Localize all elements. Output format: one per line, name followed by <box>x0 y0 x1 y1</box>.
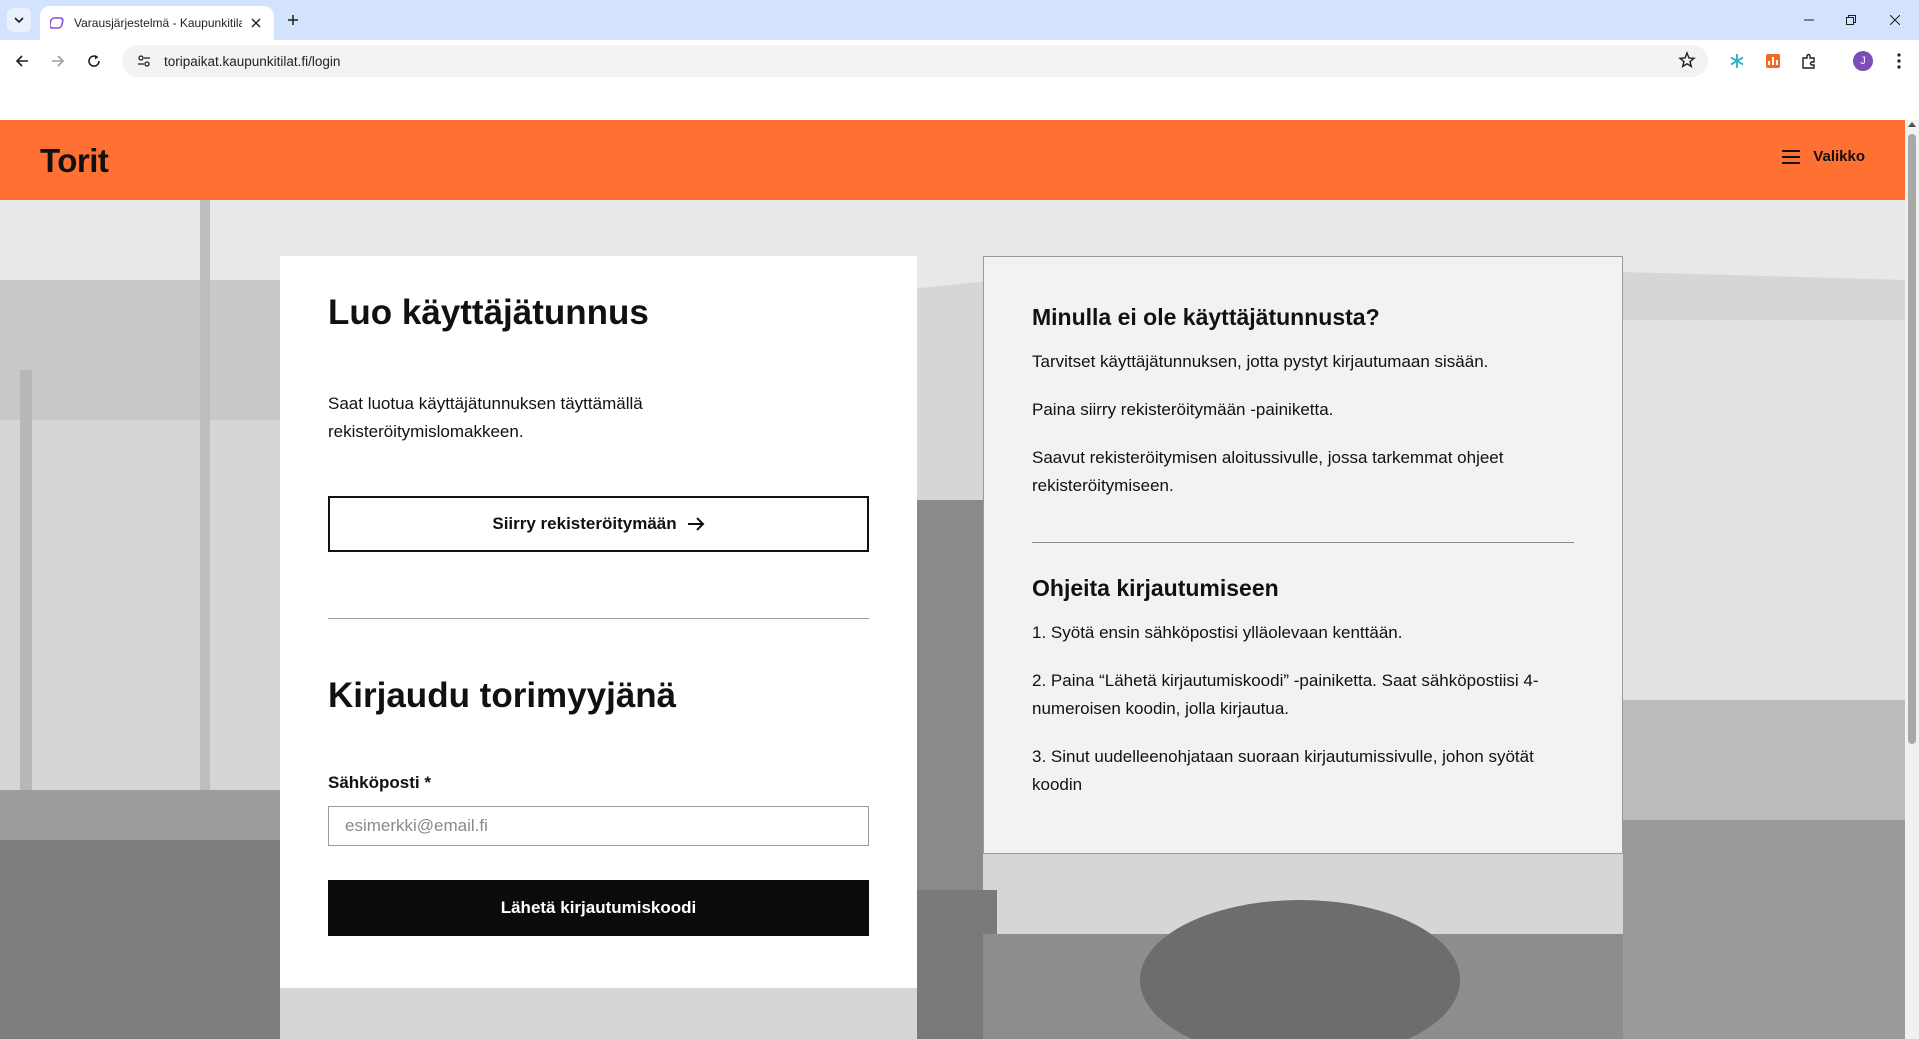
site-info-icon[interactable] <box>134 51 154 71</box>
arrow-right-icon <box>687 517 705 531</box>
profile-avatar[interactable]: J <box>1853 51 1873 71</box>
page-scrollbar[interactable] <box>1905 120 1919 1039</box>
no-account-text-2: Paina siirry rekisteröitymään -painikett… <box>1032 400 1334 419</box>
chevron-down-icon <box>14 17 24 24</box>
help-card: Minulla ei ole käyttäjätunnusta? Tarvits… <box>983 256 1623 854</box>
page-viewport: Torit Valikko Luo käyttäjätunnus Saat lu… <box>0 120 1905 1039</box>
site-logo[interactable]: Torit <box>40 142 109 180</box>
help-divider <box>1032 542 1574 543</box>
extension-chart-icon[interactable] <box>1763 51 1783 71</box>
browser-tab[interactable]: Varausjärjestelmä - Kaupunkitilat <box>40 6 274 40</box>
scrollbar-thumb[interactable] <box>1908 134 1916 744</box>
send-login-code-button[interactable]: Lähetä kirjautumiskoodi <box>328 880 869 936</box>
close-window-icon[interactable] <box>1880 8 1910 32</box>
menu-label: Valikko <box>1813 148 1865 165</box>
browser-toolbar: toripaikat.kaupunkitilat.fi/login J <box>0 40 1919 82</box>
go-to-registration-button[interactable]: Siirry rekisteröitymään <box>328 496 869 552</box>
tab-title: Varausjärjestelmä - Kaupunkitilat <box>74 16 242 30</box>
minimize-icon[interactable] <box>1794 8 1824 32</box>
instruction-step-3: 3. Sinut uudelleenohjataan suoraan kirja… <box>1032 747 1534 794</box>
reload-icon[interactable] <box>82 49 106 73</box>
no-account-text-1: Tarvitset käyttäjätunnuksen, jotta pysty… <box>1032 352 1489 371</box>
market-background-image: Luo käyttäjätunnus Saat luotua käyttäjät… <box>0 200 1905 1039</box>
register-intro: Saat luotua käyttäjätunnuksen täyttämäll… <box>328 394 643 441</box>
email-field[interactable] <box>328 806 869 846</box>
go-to-registration-label: Siirry rekisteröitymään <box>492 514 677 533</box>
url-text: toripaikat.kaupunkitilat.fi/login <box>164 53 341 69</box>
login-card: Luo käyttäjätunnus Saat luotua käyttäjät… <box>280 256 917 988</box>
more-menu-icon[interactable] <box>1889 51 1909 71</box>
back-icon[interactable] <box>10 49 34 73</box>
site-favicon-icon <box>50 17 64 29</box>
register-title: Luo käyttäjätunnus <box>328 293 649 332</box>
forward-icon[interactable] <box>46 49 70 73</box>
section-divider <box>328 618 869 619</box>
no-account-title: Minulla ei ole käyttäjätunnusta? <box>1032 304 1380 330</box>
instruction-step-1: 1. Syötä ensin sähköpostisi ylläolevaan … <box>1032 623 1403 642</box>
extension-snowflake-icon[interactable] <box>1727 51 1747 71</box>
login-title: Kirjaudu torimyyjänä <box>328 676 677 715</box>
no-account-text-3: Saavut rekisteröitymisen aloitussivulle,… <box>1032 448 1504 495</box>
menu-button[interactable]: Valikko <box>1781 148 1865 165</box>
hamburger-menu-icon <box>1782 149 1801 164</box>
bookmark-star-icon[interactable] <box>1678 51 1696 72</box>
site-header: Torit Valikko <box>0 120 1905 200</box>
email-label: Sähköposti * <box>328 773 431 792</box>
browser-tab-strip: Varausjärjestelmä - Kaupunkitilat <box>0 0 1919 40</box>
close-tab-icon[interactable] <box>248 15 264 31</box>
tab-search-button[interactable] <box>7 8 31 32</box>
address-bar[interactable]: toripaikat.kaupunkitilat.fi/login <box>122 45 1708 77</box>
restore-icon[interactable] <box>1836 8 1866 32</box>
instruction-step-2: 2. Paina “Lähetä kirjautumiskoodi” -pain… <box>1032 671 1539 718</box>
new-tab-icon[interactable] <box>283 10 303 30</box>
scroll-up-arrow-icon[interactable] <box>1908 122 1916 127</box>
extensions-puzzle-icon[interactable] <box>1799 51 1819 71</box>
instructions-title: Ohjeita kirjautumiseen <box>1032 575 1279 601</box>
